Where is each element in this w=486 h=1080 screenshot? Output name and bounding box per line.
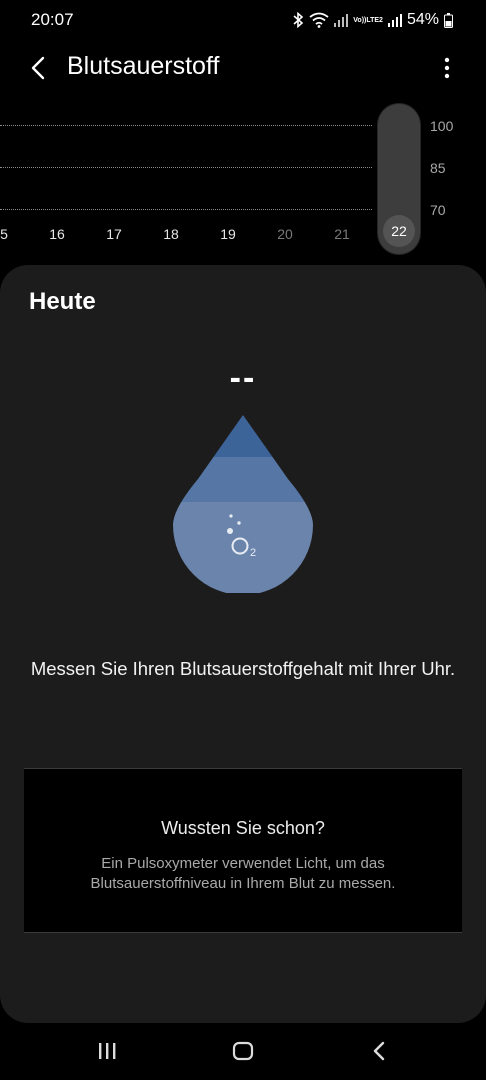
o2-subscript: 2	[250, 547, 256, 559]
navigation-bar	[0, 1023, 486, 1080]
recent-apps-icon	[99, 1043, 116, 1059]
lte2-label: LTE2	[366, 16, 383, 24]
status-bar: 20:07 Vo)) LTE2 54%	[0, 0, 486, 40]
home-icon	[232, 1041, 254, 1061]
selected-day[interactable]: 22	[383, 215, 415, 247]
tip-title: Wussten Sie schon?	[161, 818, 325, 838]
measure-instruction: Messen Sie Ihren Blutsauerstoffgehalt mi…	[30, 658, 456, 679]
grid-line-85	[0, 167, 372, 168]
battery-percentage: 54%	[406, 11, 439, 28]
recent-apps-button[interactable]	[87, 1036, 127, 1066]
x-day-label[interactable]: 21	[327, 226, 357, 242]
oxygen-drop-icon: 2	[173, 415, 313, 593]
back-nav-button[interactable]	[359, 1036, 399, 1066]
y-tick-label: 70	[430, 202, 446, 218]
chevron-left-icon	[31, 56, 45, 80]
did-you-know-box: Wussten Sie schon? Ein Pulsoxymeter verw…	[24, 768, 462, 933]
wifi-icon	[309, 12, 329, 28]
x-day-label[interactable]: 19	[213, 226, 243, 242]
volte-lte2-icon: Vo)) LTE2	[353, 17, 383, 24]
grid-line-70	[0, 209, 372, 210]
bluetooth-icon	[292, 12, 304, 28]
back-button[interactable]	[22, 52, 54, 84]
tip-text: Ein Pulsoxymeter verwendet Licht, um das…	[90, 855, 396, 892]
oxygen-trend-chart[interactable]: 22 100 85 70 5 16 17 18 19 20 21	[0, 96, 486, 266]
back-nav-icon	[373, 1041, 385, 1061]
signal-2-icon	[387, 13, 402, 27]
more-vertical-icon	[444, 57, 450, 79]
today-card: Heute -- 2 Messen Sie Ihren Blutsauersto…	[0, 265, 486, 1023]
status-icons: Vo)) LTE2 54%	[292, 9, 453, 31]
grid-line-100	[0, 125, 372, 126]
app-bar: Blutsauerstoff	[0, 40, 486, 96]
more-options-button[interactable]	[432, 52, 462, 84]
signal-1-icon	[334, 13, 349, 27]
x-day-label[interactable]: 18	[156, 226, 186, 242]
x-day-label[interactable]: 17	[99, 226, 129, 242]
card-title: Heute	[29, 288, 96, 315]
y-tick-label: 100	[430, 118, 454, 134]
battery-icon	[444, 12, 453, 28]
status-time: 20:07	[31, 10, 74, 29]
y-tick-label: 85	[430, 160, 446, 176]
volte-label: Vo))	[353, 16, 367, 24]
x-day-label[interactable]: 20	[270, 226, 300, 242]
x-day-label[interactable]: 16	[42, 226, 72, 242]
home-button[interactable]	[223, 1036, 263, 1066]
oxygen-value: --	[229, 359, 257, 397]
page-title: Blutsauerstoff	[67, 52, 220, 80]
x-day-label[interactable]: 5	[0, 226, 19, 242]
